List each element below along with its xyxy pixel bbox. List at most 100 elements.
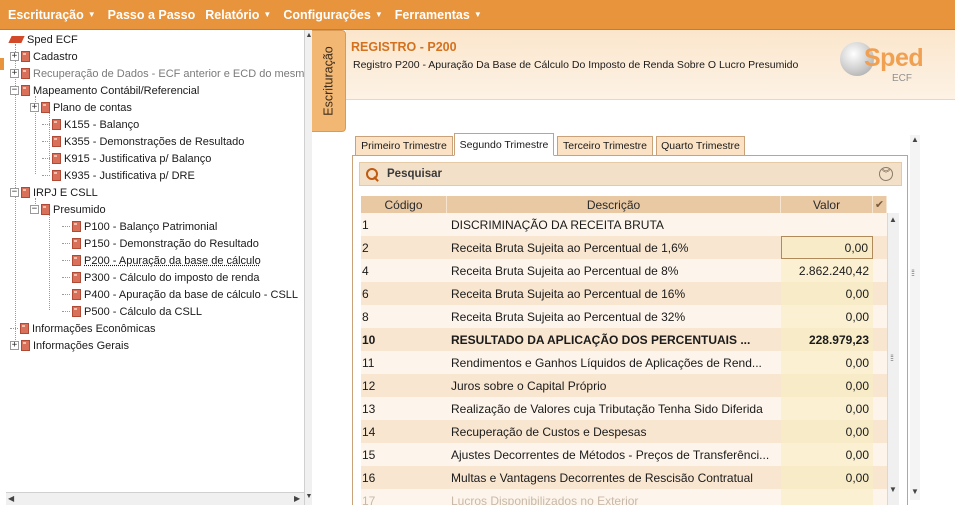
- panel-scroll-down-icon[interactable]: ▼: [911, 487, 919, 496]
- cell-check[interactable]: [873, 236, 887, 259]
- cell-value-input[interactable]: [781, 213, 873, 236]
- register-folder-icon: [20, 323, 29, 334]
- register-folder-icon: [41, 204, 50, 215]
- tree-item[interactable]: K935 - Justificativa p/ DRE: [42, 167, 195, 184]
- tree-item[interactable]: P200 - Apuração da base de cálculo: [62, 252, 261, 269]
- tree-item[interactable]: P150 - Demonstração do Resultado: [62, 235, 259, 252]
- panel-scroll-up-icon[interactable]: ▲: [911, 135, 919, 144]
- table-row[interactable]: 8 Receita Bruta Sujeita ao Percentual de …: [361, 305, 887, 328]
- tree-item[interactable]: P100 - Balanço Patrimonial: [62, 218, 217, 235]
- menu-item-0[interactable]: Escrituração ▼: [8, 8, 96, 22]
- grid-scroll-down-icon[interactable]: ▼: [889, 485, 897, 494]
- grid-scroll-up-icon[interactable]: ▲: [889, 215, 897, 224]
- menu-item-4[interactable]: Ferramentas ▼: [395, 8, 482, 22]
- cell-check[interactable]: [873, 213, 887, 236]
- cell-check[interactable]: [873, 443, 887, 466]
- cell-value-input[interactable]: 0,00: [781, 420, 873, 443]
- expand-plus-icon[interactable]: +: [10, 69, 19, 78]
- table-row[interactable]: 4 Receita Bruta Sujeita ao Percentual de …: [361, 259, 887, 282]
- scroll-right-icon[interactable]: ▶: [294, 494, 300, 503]
- table-row[interactable]: 11 Rendimentos e Ganhos Líquidos de Aplic…: [361, 351, 887, 374]
- tab-trimestre-3[interactable]: Terceiro Trimestre: [557, 136, 653, 156]
- cell-check[interactable]: [873, 374, 887, 397]
- cell-value-input[interactable]: 228.979,23: [781, 328, 873, 351]
- cell-check[interactable]: [873, 305, 887, 328]
- collapse-minus-icon[interactable]: −: [30, 205, 39, 214]
- expand-plus-icon[interactable]: +: [10, 341, 19, 350]
- table-row[interactable]: 13 Realização de Valores cuja Tributação …: [361, 397, 887, 420]
- panel-scroll-grip-icon[interactable]: ⁞⁞: [911, 268, 915, 278]
- collapse-minus-icon[interactable]: −: [10, 188, 19, 197]
- expand-plus-icon[interactable]: +: [30, 103, 39, 112]
- search-label: Pesquisar: [387, 168, 442, 180]
- tree-horizontal-scrollbar[interactable]: ◀ ▶: [6, 492, 304, 505]
- tree-guide-line: [49, 214, 50, 310]
- column-header-description[interactable]: Descrição: [447, 196, 781, 213]
- table-row[interactable]: 12 Juros sobre o Capital Próprio 0,00: [361, 374, 887, 397]
- cell-check[interactable]: [873, 397, 887, 420]
- cell-value-input[interactable]: 0,00: [781, 282, 873, 305]
- left-edge-marker: [0, 58, 4, 70]
- cell-value-input[interactable]: 2.862.240,42: [781, 259, 873, 282]
- column-header-value[interactable]: Valor: [781, 196, 873, 213]
- tree-item[interactable]: P400 - Apuração da base de cálculo - CSL…: [62, 286, 298, 303]
- table-row[interactable]: 17 Lucros Disponibilizados no Exterior: [361, 489, 887, 505]
- grid-scroll-grip-icon[interactable]: ⁞⁞: [890, 353, 894, 363]
- menu-item-1[interactable]: Passo a Passo: [108, 8, 196, 22]
- cell-value-input[interactable]: 0,00: [781, 374, 873, 397]
- table-row[interactable]: 15 Ajustes Decorrentes de Métodos - Preço…: [361, 443, 887, 466]
- tree-item[interactable]: K915 - Justificativa p/ Balanço: [42, 150, 211, 167]
- table-row[interactable]: 1 DISCRIMINAÇÃO DA RECEITA BRUTA: [361, 213, 887, 236]
- expand-plus-icon[interactable]: +: [10, 52, 19, 61]
- cell-value-input[interactable]: 0,00: [781, 351, 873, 374]
- tab-trimestre-4[interactable]: Quarto Trimestre: [656, 136, 745, 156]
- tree-item[interactable]: P500 - Cálculo da CSLL: [62, 303, 202, 320]
- menu-item-3[interactable]: Configurações ▼: [283, 8, 382, 22]
- tree-item[interactable]: − Presumido: [30, 201, 106, 218]
- panel-vertical-scrollbar[interactable]: ▲ ⁞⁞ ▼: [910, 135, 920, 500]
- tree-item[interactable]: + Plano de contas: [30, 99, 132, 116]
- tree-item[interactable]: P300 - Cálculo do imposto de renda: [62, 269, 260, 286]
- table-row[interactable]: 2 Receita Bruta Sujeita ao Percentual de …: [361, 236, 887, 259]
- cell-check[interactable]: [873, 282, 887, 305]
- tree-item[interactable]: − IRPJ E CSLL: [10, 184, 98, 201]
- column-header-code[interactable]: Código: [361, 196, 447, 213]
- cell-value-input[interactable]: 0,00: [781, 466, 873, 489]
- tree-item[interactable]: + Cadastro: [10, 48, 78, 65]
- scroll-left-icon[interactable]: ◀: [8, 494, 14, 503]
- cell-value-input[interactable]: [781, 489, 873, 505]
- tree-item[interactable]: − Mapeamento Contábil/Referencial: [10, 82, 199, 99]
- table-row[interactable]: 6 Receita Bruta Sujeita ao Percentual de …: [361, 282, 887, 305]
- tab-trimestre-2[interactable]: Segundo Trimestre: [454, 133, 554, 156]
- table-row[interactable]: 14 Recuperação de Custos e Despesas 0,00: [361, 420, 887, 443]
- column-header-check-icon[interactable]: ✔: [873, 196, 887, 213]
- tree-item[interactable]: + Recuperação de Dados - ECF anterior e E…: [10, 65, 306, 82]
- table-row[interactable]: 16 Multas e Vantagens Decorrentes de Resc…: [361, 466, 887, 489]
- grid-vertical-scrollbar[interactable]: ▲ ⁞⁞ ▼: [887, 213, 899, 505]
- tab-trimestre-1[interactable]: Primeiro Trimestre: [355, 136, 453, 156]
- cell-check[interactable]: [873, 420, 887, 443]
- cell-check[interactable]: [873, 328, 887, 351]
- cell-value-input[interactable]: 0,00: [781, 443, 873, 466]
- tree-item[interactable]: K155 - Balanço: [42, 116, 139, 133]
- collapse-minus-icon[interactable]: −: [10, 86, 19, 95]
- tree-item[interactable]: Informações Econômicas: [10, 320, 156, 337]
- cell-check[interactable]: [873, 351, 887, 374]
- cell-description: Receita Bruta Sujeita ao Percentual de 1…: [451, 240, 689, 255]
- cell-value-input[interactable]: 0,00: [781, 305, 873, 328]
- side-tab-escrituracao[interactable]: Escrituração: [312, 30, 346, 132]
- expand-chevron-icon[interactable]: ︾: [879, 167, 893, 181]
- search-panel-header[interactable]: Pesquisar ︾: [359, 162, 902, 186]
- table-row[interactable]: 10 RESULTADO DA APLICAÇÃO DOS PERCENTUAIS…: [361, 328, 887, 351]
- cell-check[interactable]: [873, 489, 887, 505]
- tree-item[interactable]: + Informações Gerais: [10, 337, 129, 354]
- cell-value-input[interactable]: 0,00: [781, 397, 873, 420]
- cell-description: DISCRIMINAÇÃO DA RECEITA BRUTA: [451, 217, 664, 232]
- tree-item[interactable]: K355 - Demonstrações de Resultado: [42, 133, 244, 150]
- tree-vertical-scrollbar[interactable]: ▲ ▼: [304, 30, 312, 505]
- cell-check[interactable]: [873, 466, 887, 489]
- menu-item-2[interactable]: Relatório ▼: [205, 8, 271, 22]
- cell-check[interactable]: [873, 259, 887, 282]
- tree-item[interactable]: Sped ECF: [8, 31, 78, 48]
- cell-value-input[interactable]: 0,00: [781, 236, 873, 259]
